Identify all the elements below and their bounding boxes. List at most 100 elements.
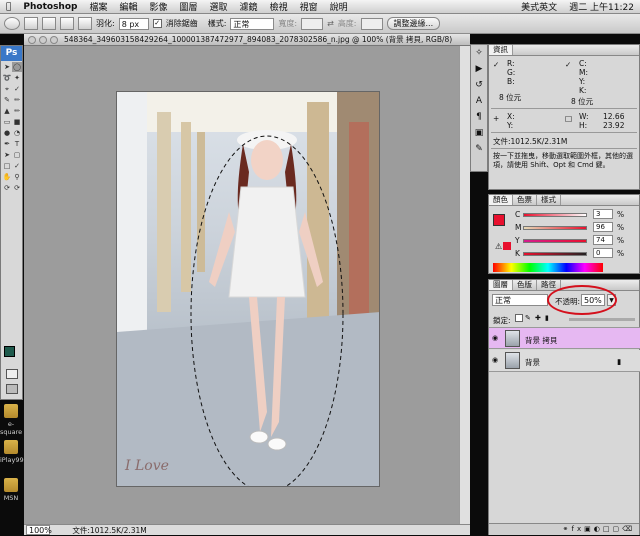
layer-row-background-copy[interactable]: ◉ 背景 拷貝 xyxy=(489,327,640,349)
vertical-scrollbar[interactable] xyxy=(459,46,470,524)
refine-edge-button[interactable]: 調整邊緣... xyxy=(386,17,441,30)
m-slider[interactable] xyxy=(523,226,587,230)
zoom-tool-icon[interactable]: ⚲ xyxy=(12,172,22,182)
width-input[interactable] xyxy=(301,17,324,30)
add-mask-icon[interactable]: ▣ xyxy=(584,525,594,533)
pen-tool-icon[interactable]: ✒ xyxy=(2,139,12,149)
desktop-icon-msn[interactable]: MSN xyxy=(0,472,22,516)
fx-icon[interactable]: fx xyxy=(572,525,585,533)
y-value-input[interactable]: 74 xyxy=(593,235,613,245)
menu-filter[interactable]: 濾鏡 xyxy=(234,0,264,13)
menu-select[interactable]: 選取 xyxy=(204,0,234,13)
input-method-menu[interactable]: 美式英文 xyxy=(515,0,563,13)
brushes-icon[interactable]: ✎ xyxy=(471,141,487,157)
feather-input[interactable]: 8 px xyxy=(118,17,149,30)
brush-tool-icon[interactable]: ✏ xyxy=(12,95,22,105)
tab-styles[interactable]: 樣式 xyxy=(537,195,561,205)
blend-mode-select[interactable]: 正常 xyxy=(492,294,548,306)
zoom-level[interactable]: 100% xyxy=(26,525,52,535)
lock-all-icon[interactable]: ▮ xyxy=(545,314,549,322)
foreground-color-swatch[interactable] xyxy=(4,346,15,357)
quick-mask-icon[interactable] xyxy=(6,369,18,379)
zoom-icon[interactable] xyxy=(50,36,58,44)
fill-slider-track[interactable] xyxy=(569,318,635,321)
apple-icon[interactable]:  xyxy=(0,2,17,12)
menu-view[interactable]: 檢視 xyxy=(264,0,294,13)
eyedropper-icon[interactable]: ✓ xyxy=(12,84,22,94)
foreground-color-chip[interactable] xyxy=(493,214,505,226)
tab-channels[interactable]: 色版 xyxy=(513,280,537,290)
history-icon[interactable]: ↺ xyxy=(471,77,487,93)
lasso-tool-icon[interactable]: ➰ xyxy=(2,73,12,83)
lock-pixels-icon[interactable]: ✎ xyxy=(525,314,531,322)
add-selection-icon[interactable] xyxy=(42,17,56,30)
tab-color[interactable]: 顏色 xyxy=(489,195,513,205)
gradient-icon[interactable]: ■ xyxy=(12,117,22,127)
layer-row-background[interactable]: ◉ 背景 ▮ xyxy=(489,350,640,372)
visibility-eye-icon[interactable]: ◉ xyxy=(492,334,500,342)
antialias-checkbox[interactable]: ✓ xyxy=(152,19,162,28)
m-pct: % xyxy=(617,223,625,232)
lock-position-icon[interactable]: ✚ xyxy=(535,314,541,322)
style-select[interactable]: 正常 xyxy=(230,17,275,30)
notes-tool-icon[interactable]: □ xyxy=(2,161,12,171)
navigator-icon[interactable]: ✧ xyxy=(471,45,487,61)
new-layer-icon[interactable]: ▢ xyxy=(612,525,622,533)
3d-rotate-icon[interactable]: ⟳ xyxy=(2,183,12,193)
screen-mode-icon[interactable] xyxy=(6,384,18,394)
paragraph-icon[interactable]: ¶ xyxy=(471,109,487,125)
type-tool-icon[interactable]: T xyxy=(12,139,22,149)
link-layers-icon[interactable]: ⚭ xyxy=(563,525,572,533)
tab-swatches[interactable]: 色票 xyxy=(513,195,537,205)
menu-help[interactable]: 說明 xyxy=(324,0,354,13)
blur-tool-icon[interactable]: ● xyxy=(2,128,12,138)
canvas-photo[interactable]: I Love xyxy=(116,91,380,487)
adjustment-layer-icon[interactable]: ◐ xyxy=(594,525,603,533)
minimize-icon[interactable] xyxy=(39,36,47,44)
menu-image[interactable]: 影像 xyxy=(144,0,174,13)
shape-tool-icon[interactable]: ▢ xyxy=(12,150,22,160)
new-selection-icon[interactable] xyxy=(24,17,38,30)
lock-transparency-icon[interactable] xyxy=(515,314,523,322)
hand-tool-icon[interactable]: ✋ xyxy=(2,172,12,182)
c-value-input[interactable]: 3 xyxy=(593,209,613,219)
menu-edit[interactable]: 編輯 xyxy=(113,0,143,13)
tab-info[interactable]: 資訊 xyxy=(489,45,513,55)
clone-stamp-icon[interactable]: ▲ xyxy=(2,106,12,116)
app-menu[interactable]: Photoshop xyxy=(17,2,83,12)
magic-wand-icon[interactable]: ✦ xyxy=(12,73,22,83)
marquee-tool-icon[interactable]: ◯ xyxy=(12,62,22,72)
k-slider[interactable] xyxy=(523,252,587,256)
move-tool-icon[interactable]: ➤ xyxy=(2,62,12,72)
swap-icon[interactable]: ⇄ xyxy=(327,19,334,28)
menu-layer[interactable]: 圖層 xyxy=(174,0,204,13)
clock[interactable]: 週二 上午11:22 xyxy=(563,0,640,13)
c-slider[interactable] xyxy=(523,213,587,217)
crop-tool-icon[interactable]: ⌖ xyxy=(2,84,12,94)
history-brush-icon[interactable]: ✏ xyxy=(12,106,22,116)
gamut-color-chip[interactable] xyxy=(503,242,511,250)
tab-layers[interactable]: 圖層 xyxy=(489,280,513,290)
color-spectrum-bar[interactable] xyxy=(493,263,603,272)
path-select-icon[interactable]: ➤ xyxy=(2,150,12,160)
height-input[interactable] xyxy=(360,17,383,30)
subtract-selection-icon[interactable] xyxy=(60,17,74,30)
dodge-tool-icon[interactable]: ◔ xyxy=(12,128,22,138)
y-slider[interactable] xyxy=(523,239,587,243)
delete-layer-icon[interactable]: ⌫ xyxy=(622,525,635,533)
intersect-selection-icon[interactable] xyxy=(78,17,92,30)
k-value-input[interactable]: 0 xyxy=(593,248,613,258)
eraser-icon[interactable]: ▭ xyxy=(2,117,12,127)
actions-icon[interactable]: ▶ xyxy=(471,61,487,77)
eyedropper-2-icon[interactable]: ✓ xyxy=(12,161,22,171)
close-icon[interactable] xyxy=(28,36,36,44)
menu-file[interactable]: 檔案 xyxy=(83,0,113,13)
marquee-preset-icon[interactable] xyxy=(4,17,20,30)
3d-orbit-icon[interactable]: ⟳ xyxy=(12,183,22,193)
m-value-input[interactable]: 96 xyxy=(593,222,613,232)
healing-brush-icon[interactable]: ✎ xyxy=(2,95,12,105)
menu-window[interactable]: 視窗 xyxy=(294,0,324,13)
visibility-eye-icon[interactable]: ◉ xyxy=(492,356,500,364)
tool-presets-icon[interactable]: ▣ xyxy=(471,125,487,141)
character-icon[interactable]: A xyxy=(471,93,487,109)
